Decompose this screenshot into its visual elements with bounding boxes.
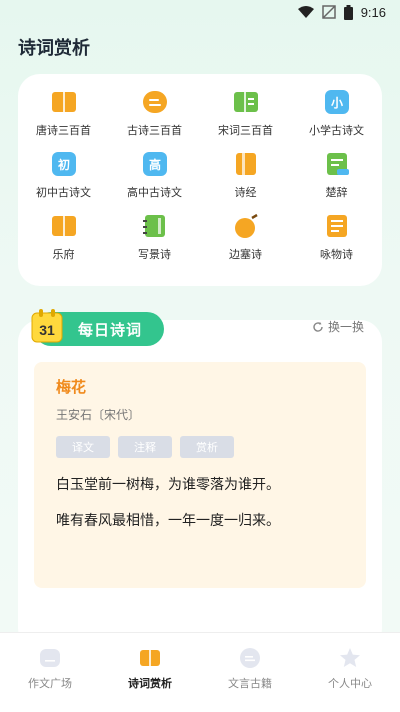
- category-label: 边塞诗: [229, 248, 262, 261]
- poem-line: 唯有春风最相惜，一年一度一归来。: [56, 513, 280, 529]
- book-icon: [139, 647, 161, 669]
- nav-item[interactable]: 诗词赏析: [100, 633, 200, 712]
- svg-text:小: 小: [330, 95, 342, 110]
- refresh-label: 换一换: [327, 320, 364, 334]
- poem-author: 王安石〔宋代〕: [56, 408, 141, 422]
- category-item[interactable]: 古诗三百首: [109, 88, 200, 150]
- category-item[interactable]: 楚辞: [291, 150, 382, 212]
- nav-label: 个人中心: [328, 677, 372, 690]
- category-item[interactable]: 写景诗: [109, 212, 200, 274]
- category-label: 唐诗三百首: [36, 124, 91, 137]
- category-item[interactable]: 唐诗三百首: [18, 88, 109, 150]
- category-item[interactable]: 高高中古诗文: [109, 150, 200, 212]
- category-grid: 唐诗三百首 古诗三百首 宋词三百首小小学古诗文初初中古诗文高高中古诗文 诗经 楚辞 乐府写…: [18, 88, 382, 274]
- category-item[interactable]: 初初中古诗文: [18, 150, 109, 212]
- category-item[interactable]: 诗经: [200, 150, 291, 212]
- square-chat-icon: [39, 647, 61, 669]
- chat-icon: [141, 88, 169, 116]
- battery-icon: [343, 4, 353, 20]
- category-label: 咏物诗: [320, 248, 353, 261]
- poem-line: 白玉堂前一树梅，为谁零落为谁开。: [56, 477, 280, 493]
- junior-badge-icon: 初: [50, 150, 78, 178]
- nav-label: 诗词赏析: [128, 677, 172, 690]
- nav-item[interactable]: 作文广场: [0, 633, 100, 712]
- no-signal-icon: [321, 5, 336, 19]
- wifi-icon: [297, 6, 314, 18]
- document-icon: [323, 150, 351, 178]
- category-label: 古诗三百首: [127, 124, 182, 137]
- nav-label: 作文广场: [28, 677, 72, 690]
- bubble-icon: [239, 647, 261, 669]
- category-label: 乐府: [52, 248, 75, 261]
- notebook-icon: [141, 212, 169, 240]
- poem-title[interactable]: 梅花: [56, 376, 86, 397]
- page-title: 诗词赏析: [18, 38, 90, 59]
- bottom-nav: 作文广场 诗词赏析 文言古籍 个人中心: [0, 632, 400, 712]
- book-open-icon: [232, 88, 260, 116]
- category-label: 高中古诗文: [127, 186, 182, 199]
- leaf-icon: [232, 212, 260, 240]
- nav-label: 文言古籍: [228, 677, 272, 690]
- calendar-day: 31: [39, 322, 55, 338]
- senior-badge-icon: 高: [141, 150, 169, 178]
- category-label: 诗经: [234, 186, 257, 199]
- nav-item[interactable]: 个人中心: [300, 633, 400, 712]
- appreciation-tag[interactable]: 赏析: [180, 436, 234, 458]
- annotation-tag[interactable]: 注释: [118, 436, 172, 458]
- poem-box: 梅花 王安石〔宋代〕 译文 注释 赏析 白玉堂前一树梅，为谁零落为谁开。 唯有春…: [34, 362, 366, 588]
- scroll-book-icon: [232, 150, 260, 178]
- status-bar: 9:16: [0, 0, 400, 24]
- list-document-icon: [323, 212, 351, 240]
- book-icon: [50, 212, 78, 240]
- category-item[interactable]: 乐府: [18, 212, 109, 274]
- daily-poem-tab: 31 每日诗词: [31, 309, 164, 346]
- status-time: 9:16: [360, 4, 386, 20]
- svg-text:高: 高: [148, 157, 160, 172]
- category-label: 楚辞: [325, 186, 348, 199]
- category-label: 写景诗: [138, 248, 171, 261]
- refresh-button[interactable]: 换一换: [312, 318, 364, 335]
- book-icon: [50, 88, 78, 116]
- category-label: 宋词三百首: [218, 124, 273, 137]
- poem-tags: 译文 注释 赏析: [56, 436, 234, 458]
- star-icon: [339, 647, 361, 669]
- primary-badge-icon: 小: [323, 88, 351, 116]
- category-card: 唐诗三百首 古诗三百首 宋词三百首小小学古诗文初初中古诗文高高中古诗文 诗经 楚辞 乐府写…: [18, 74, 382, 286]
- daily-poem-title: 每日诗词: [78, 320, 143, 339]
- category-item[interactable]: 宋词三百首: [200, 88, 291, 150]
- category-item[interactable]: 小小学古诗文: [291, 88, 382, 150]
- category-item[interactable]: 边塞诗: [200, 212, 291, 274]
- calendar-icon: 31: [31, 309, 63, 343]
- category-label: 小学古诗文: [309, 124, 364, 137]
- refresh-icon: [313, 321, 323, 332]
- translation-tag[interactable]: 译文: [56, 436, 110, 458]
- nav-item[interactable]: 文言古籍: [200, 633, 300, 712]
- category-item[interactable]: 咏物诗: [291, 212, 382, 274]
- category-label: 初中古诗文: [36, 186, 91, 199]
- svg-text:初: 初: [57, 157, 69, 172]
